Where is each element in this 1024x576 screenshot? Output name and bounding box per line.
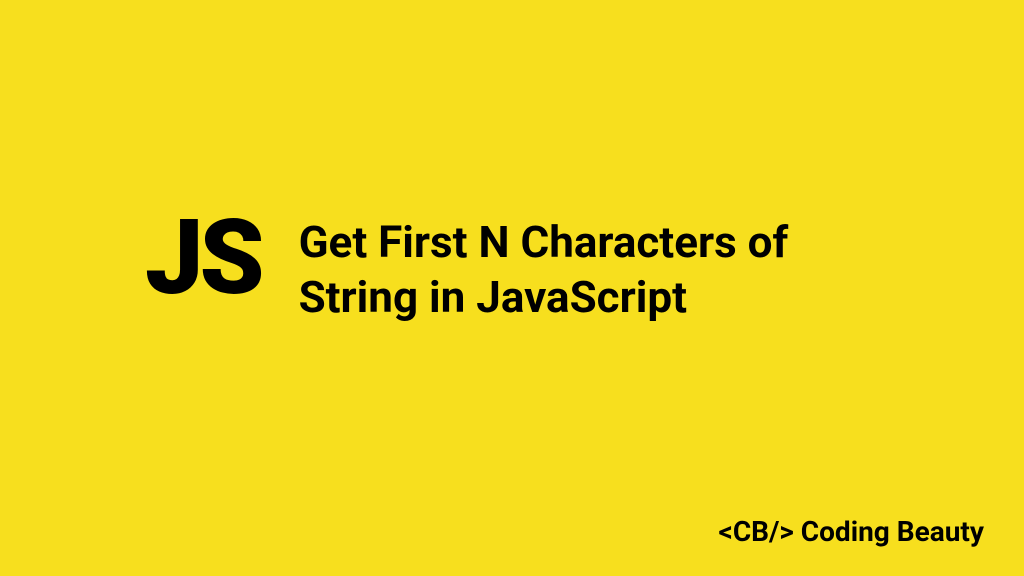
brand-footer: <CB/> Coding Beauty — [719, 515, 984, 548]
js-logo: JS — [145, 207, 261, 311]
main-content: JS Get First N Characters of String in J… — [0, 0, 1024, 325]
title-line-1: Get First N Characters of — [299, 216, 789, 268]
article-title: Get First N Characters of String in Java… — [299, 215, 789, 325]
title-line-2: String in JavaScript — [299, 271, 687, 323]
